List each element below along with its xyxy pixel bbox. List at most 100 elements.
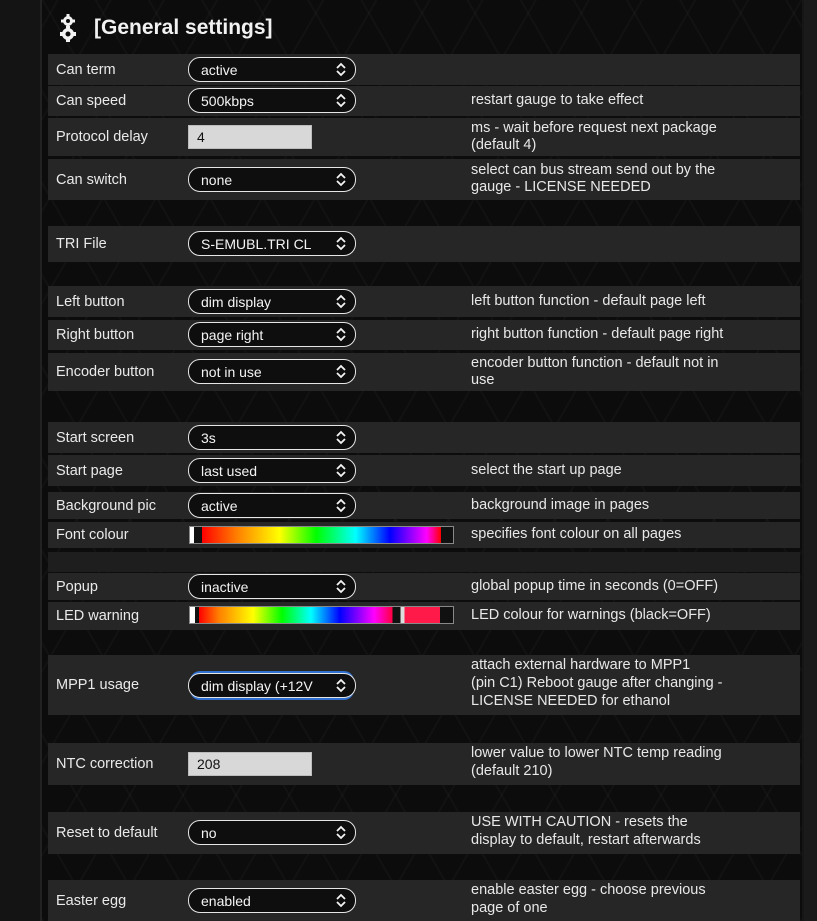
easter-egg-select[interactable]: enabled bbox=[188, 888, 356, 913]
mpp1-usage-value: dim display (+12V bbox=[201, 677, 313, 694]
easter-egg-desc-1: enable easter egg - choose previous bbox=[471, 882, 706, 898]
separator bbox=[48, 552, 800, 572]
row-led-warning: LED warning LED colour for warnings (bla… bbox=[48, 602, 800, 630]
reset-default-select[interactable]: no bbox=[188, 820, 356, 845]
ntc-correction-input[interactable]: 208 bbox=[188, 752, 312, 776]
tri-file-label: TRI File bbox=[56, 236, 107, 252]
row-background-pic: Background pic active background image i… bbox=[48, 492, 800, 519]
updown-chevron-icon bbox=[336, 93, 346, 108]
left-button-select[interactable]: dim display bbox=[188, 289, 356, 314]
start-screen-value: 3s bbox=[201, 429, 216, 446]
ntc-correction-desc-1: lower value to lower NTC temp reading bbox=[471, 745, 722, 761]
can-term-select[interactable]: active bbox=[188, 57, 356, 82]
encoder-button-label: Encoder button bbox=[56, 364, 155, 380]
mpp1-usage-select[interactable]: dim display (+12V bbox=[188, 673, 356, 698]
tri-file-select[interactable]: S-EMUBL.TRI CL bbox=[188, 231, 356, 256]
can-speed-select[interactable]: 500kbps bbox=[188, 88, 356, 113]
can-switch-label: Can switch bbox=[56, 171, 127, 188]
popup-select[interactable]: inactive bbox=[188, 574, 356, 599]
led-warning-label: LED warning bbox=[56, 608, 140, 624]
easter-egg-label: Easter egg bbox=[56, 892, 127, 909]
row-can-term: Can term active bbox=[48, 54, 800, 85]
row-easter-egg: Easter egg enabled enable easter egg - c… bbox=[48, 880, 800, 921]
reset-default-desc-2: display to default, restart afterwards bbox=[471, 832, 701, 848]
updown-chevron-icon bbox=[336, 678, 346, 693]
mpp1-usage-desc-3: LICENSE NEEDED for ethanol bbox=[471, 693, 671, 709]
font-colour-desc: specifies font colour on all pages bbox=[471, 526, 682, 542]
right-edge bbox=[804, 0, 817, 921]
popup-label: Popup bbox=[56, 578, 98, 595]
row-can-speed: Can speed 500kbps restart gauge to take … bbox=[48, 86, 800, 116]
encoder-button-select[interactable]: not in use bbox=[188, 359, 356, 384]
can-term-label: Can term bbox=[56, 61, 116, 78]
protocol-delay-desc-2: (default 4) bbox=[471, 137, 537, 153]
row-start-screen: Start screen 3s bbox=[48, 422, 800, 453]
start-page-value: last used bbox=[201, 462, 258, 479]
ntc-correction-desc-2: (default 210) bbox=[471, 763, 553, 779]
can-switch-select[interactable]: none bbox=[188, 167, 356, 192]
protocol-delay-value: 4 bbox=[197, 129, 205, 145]
can-switch-value: none bbox=[201, 171, 233, 188]
updown-chevron-icon bbox=[336, 893, 346, 908]
row-encoder-button: Encoder button not in use encoder button… bbox=[48, 353, 800, 391]
start-screen-label: Start screen bbox=[56, 429, 135, 446]
reset-default-desc-1: USE WITH CAUTION - resets the bbox=[471, 814, 688, 830]
row-can-switch: Can switch none select can bus stream se… bbox=[48, 159, 800, 200]
reset-default-value: no bbox=[201, 824, 217, 841]
left-button-desc: left button function - default page left bbox=[471, 293, 706, 309]
left-button-value: dim display bbox=[201, 293, 272, 310]
row-popup: Popup inactive global popup time in seco… bbox=[48, 573, 800, 600]
updown-chevron-icon bbox=[336, 498, 346, 513]
right-button-select[interactable]: page right bbox=[188, 322, 356, 347]
encoder-button-desc-1: encoder button function - default not in bbox=[471, 355, 719, 371]
background-pic-desc: background image in pages bbox=[471, 497, 650, 513]
can-speed-value: 500kbps bbox=[201, 92, 254, 109]
can-speed-label: Can speed bbox=[56, 93, 127, 109]
protocol-delay-input[interactable]: 4 bbox=[188, 125, 312, 149]
row-mpp1-usage: MPP1 usage dim display (+12V attach exte… bbox=[48, 655, 800, 715]
updown-chevron-icon bbox=[336, 294, 346, 309]
font-colour-slider[interactable] bbox=[189, 526, 454, 544]
can-term-value: active bbox=[201, 61, 238, 78]
row-left-button: Left button dim display left button func… bbox=[48, 286, 800, 317]
background-pic-label: Background pic bbox=[56, 497, 156, 514]
updown-chevron-icon bbox=[336, 825, 346, 840]
updown-chevron-icon bbox=[336, 364, 346, 379]
background-pic-value: active bbox=[201, 497, 238, 514]
start-screen-select[interactable]: 3s bbox=[188, 425, 356, 450]
row-font-colour: Font colour specifies font colour on all… bbox=[48, 522, 800, 548]
can-switch-desc-1: select can bus stream send out by the bbox=[471, 162, 716, 178]
popup-value: inactive bbox=[201, 578, 249, 595]
encoder-button-desc-2: use bbox=[471, 372, 495, 388]
right-button-desc: right button function - default page rig… bbox=[471, 326, 724, 342]
row-protocol-delay: Protocol delay 4 ms - wait before reques… bbox=[48, 118, 800, 156]
mpp1-usage-desc-1: attach external hardware to MPP1 bbox=[471, 657, 691, 673]
ntc-correction-label: NTC correction bbox=[56, 756, 154, 772]
updown-chevron-icon bbox=[336, 579, 346, 594]
row-reset-default: Reset to default no USE WITH CAUTION - r… bbox=[48, 812, 800, 854]
page-title: [General settings] bbox=[94, 16, 273, 39]
mpp1-usage-desc-2: (pin C1) Reboot gauge after changing - bbox=[471, 675, 723, 691]
easter-egg-value: enabled bbox=[201, 892, 251, 909]
ntc-correction-value: 208 bbox=[197, 756, 221, 772]
updown-chevron-icon bbox=[336, 172, 346, 187]
row-start-page: Start page last used select the start up… bbox=[48, 455, 800, 486]
background-pic-select[interactable]: active bbox=[188, 493, 356, 518]
can-speed-desc: restart gauge to take effect bbox=[471, 92, 644, 108]
updown-chevron-icon bbox=[336, 236, 346, 251]
row-right-button: Right button page right right button fun… bbox=[48, 320, 800, 350]
protocol-delay-desc-1: ms - wait before request next package bbox=[471, 120, 717, 136]
right-button-label: Right button bbox=[56, 327, 135, 343]
popup-desc: global popup time in seconds (0=OFF) bbox=[471, 578, 719, 594]
updown-chevron-icon bbox=[336, 463, 346, 478]
page-header: [General settings] bbox=[56, 10, 273, 46]
led-warning-colour-slider[interactable] bbox=[189, 606, 454, 624]
start-page-desc: select the start up page bbox=[471, 462, 622, 478]
start-page-select[interactable]: last used bbox=[188, 458, 356, 483]
encoder-button-value: not in use bbox=[201, 363, 262, 380]
mpp1-usage-label: MPP1 usage bbox=[56, 677, 140, 693]
can-switch-desc-2: gauge - LICENSE NEEDED bbox=[471, 179, 651, 195]
reset-default-label: Reset to default bbox=[56, 825, 158, 841]
protocol-delay-label: Protocol delay bbox=[56, 129, 148, 145]
updown-chevron-icon bbox=[336, 327, 346, 342]
